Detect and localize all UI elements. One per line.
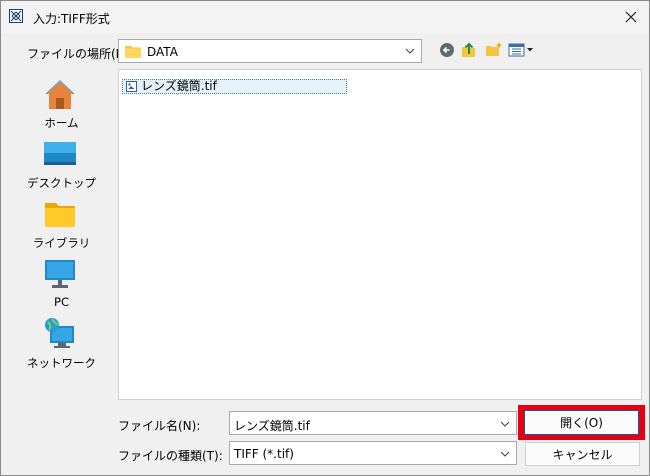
place-label-desktop: デスクトップ xyxy=(27,176,96,190)
file-name: レンズ鏡筒.tif xyxy=(141,79,217,93)
place-label-pc: PC xyxy=(54,295,69,309)
chevron-down-icon xyxy=(500,451,510,457)
new-folder-button[interactable] xyxy=(484,41,504,59)
up-folder-icon xyxy=(462,42,475,57)
back-arrow-icon xyxy=(440,43,454,57)
new-folder-icon xyxy=(486,42,503,56)
open-button-label: 開く(O) xyxy=(560,416,603,430)
image-file-icon xyxy=(126,81,137,92)
view-menu-button[interactable] xyxy=(508,41,534,59)
file-open-dialog: 入力:TIFF形式 ファイルの場所(I): DATA ホーム デスクトップ ライ… xyxy=(0,0,650,476)
cancel-button[interactable]: キャンセル xyxy=(525,442,640,466)
places-bar: ホーム デスクトップ ライブラリ PC ネットワーク xyxy=(10,69,113,469)
home-icon xyxy=(45,80,75,109)
file-list[interactable]: レンズ鏡筒.tif xyxy=(118,69,642,400)
cancel-button-label: キャンセル xyxy=(552,447,613,462)
up-folder-button[interactable] xyxy=(459,41,479,59)
chevron-down-icon xyxy=(405,48,415,54)
app-icon xyxy=(9,9,23,23)
pc-icon xyxy=(45,260,75,288)
place-label-network: ネットワーク xyxy=(27,356,96,370)
place-pc[interactable]: PC xyxy=(10,257,113,313)
desktop-icon xyxy=(44,142,76,165)
chevron-down-icon xyxy=(500,421,510,427)
place-home[interactable]: ホーム xyxy=(10,77,113,133)
place-label-home: ホーム xyxy=(44,116,79,130)
look-in-label: ファイルの場所(I): xyxy=(27,47,128,61)
close-icon xyxy=(625,11,637,23)
filetype-value: TIFF (*.tif) xyxy=(234,447,294,461)
filename-combo[interactable]: レンズ鏡筒.tif xyxy=(229,411,517,435)
view-menu-icon xyxy=(508,43,533,57)
filename-label: ファイル名(N): xyxy=(118,419,201,433)
folder-icon xyxy=(125,46,141,58)
look-in-dropdown[interactable]: DATA xyxy=(118,39,422,63)
place-label-library: ライブラリ xyxy=(32,236,91,250)
place-network[interactable]: ネットワーク xyxy=(10,317,113,373)
place-desktop[interactable]: デスクトップ xyxy=(10,137,113,193)
library-icon xyxy=(45,203,75,227)
file-item[interactable]: レンズ鏡筒.tif xyxy=(122,79,347,94)
title-bar: 入力:TIFF形式 xyxy=(1,1,649,33)
open-button[interactable]: 開く(O) xyxy=(524,410,639,435)
close-button[interactable] xyxy=(613,1,649,33)
window-title: 入力:TIFF形式 xyxy=(33,12,110,26)
back-button[interactable] xyxy=(437,41,457,59)
filename-value: レンズ鏡筒.tif xyxy=(234,419,310,433)
filetype-label: ファイルの種類(T): xyxy=(118,449,223,463)
place-library[interactable]: ライブラリ xyxy=(10,197,113,253)
network-icon xyxy=(45,318,74,348)
filetype-combo[interactable]: TIFF (*.tif) xyxy=(229,441,517,465)
look-in-value: DATA xyxy=(147,45,178,59)
